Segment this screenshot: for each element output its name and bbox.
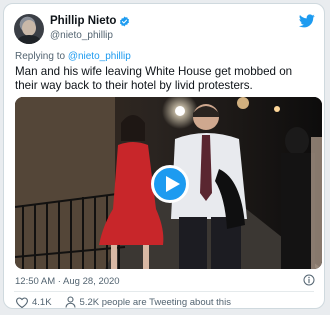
reply-prefix: Replying to: [15, 51, 66, 62]
avatar-face: [22, 20, 36, 36]
like-button[interactable]: 4.1K: [16, 297, 52, 308]
reply-mention-link[interactable]: @nieto_phillip: [68, 51, 131, 62]
play-button[interactable]: [151, 165, 189, 203]
avatar-shirt: [17, 35, 41, 44]
avatar[interactable]: [14, 14, 44, 44]
verified-badge-icon: [120, 15, 130, 27]
video-player[interactable]: [15, 97, 322, 269]
info-icon[interactable]: [303, 274, 315, 286]
tweet-actions: 4.1K 5.2K people are Tweeting about this: [16, 296, 231, 308]
author-row: Phillip Nieto: [50, 15, 130, 27]
tweeting-about-text: 5.2K people are Tweeting about this: [79, 296, 231, 308]
person-icon: [64, 296, 76, 308]
heart-icon: [16, 296, 28, 308]
tweet-timestamp[interactable]: 12:50 AM · Aug 28, 2020: [15, 276, 120, 287]
divider: [14, 291, 314, 292]
tweeting-about-link[interactable]: 5.2K people are Tweeting about this: [64, 296, 231, 308]
reply-context: Replying to @nieto_phillip: [15, 51, 131, 62]
twitter-bird-icon[interactable]: [299, 14, 315, 28]
tweet-card: Phillip Nieto @nieto_phillip Replying to…: [3, 3, 325, 309]
author-name[interactable]: Phillip Nieto: [50, 15, 116, 27]
play-icon: [166, 176, 180, 192]
author-handle[interactable]: @nieto_phillip: [50, 30, 113, 41]
like-count: 4.1K: [32, 296, 52, 308]
tweet-text: Man and his wife leaving White House get…: [15, 65, 293, 93]
